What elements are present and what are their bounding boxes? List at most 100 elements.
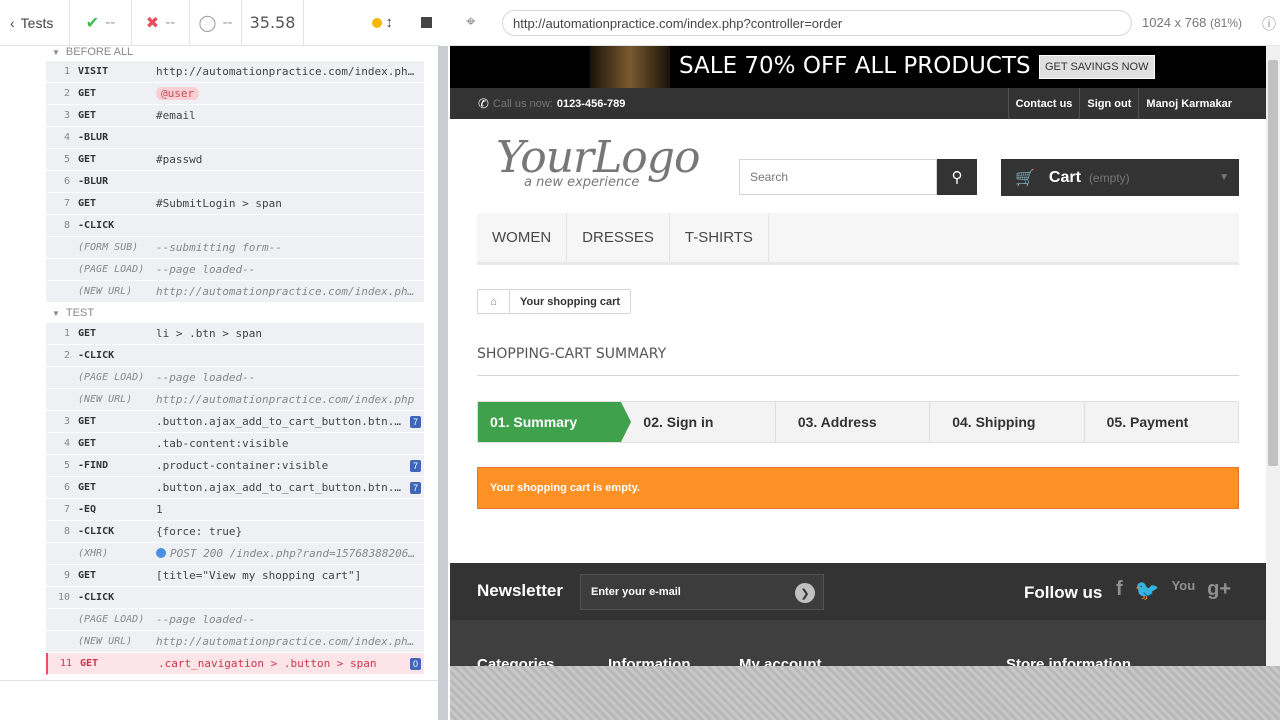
tests-back-link[interactable]: ‹ Tests [0, 0, 70, 45]
command-row[interactable]: (NEW URL) http://automationpractice.com/i… [46, 631, 424, 653]
status-dot-icon [371, 17, 382, 28]
twitter-icon[interactable]: 🐦 [1135, 578, 1160, 603]
viewport-info: 1024 x 768 (81%) [1142, 15, 1242, 30]
get-savings-button[interactable]: GET SAVINGS NOW [1039, 55, 1155, 79]
youtube-icon[interactable]: You [1172, 578, 1196, 603]
footer-categories[interactable]: Categories [477, 656, 608, 666]
command-row[interactable]: 4 -BLUR [46, 127, 424, 149]
menu-dresses[interactable]: DRESSES [567, 213, 670, 262]
command-row[interactable]: 6 -BLUR [46, 171, 424, 193]
command-row[interactable]: 6 GET .button.ajax_add_to_cart_button.btn.… [46, 477, 424, 499]
newsletter-email-input[interactable]: Enter your e-mail [580, 574, 824, 610]
command-row[interactable]: (FORM SUB) --submitting form-- [46, 237, 424, 259]
command-row[interactable]: 2 -CLICK [46, 345, 424, 367]
step-shipping[interactable]: 04. Shipping [930, 402, 1085, 442]
command-row[interactable]: 3 GET .button.ajax_add_to_cart_button.btn.… [46, 411, 424, 433]
element-count-badge: 7 [409, 481, 421, 494]
tests-label: Tests [20, 14, 54, 31]
sign-out-link[interactable]: Sign out [1079, 88, 1138, 119]
phone-icon: ✆ [478, 96, 489, 111]
command-row[interactable]: 11 GET .cart_navigation > .button > span 0 [46, 653, 424, 675]
runner-controls: ↕ [304, 0, 440, 45]
step-summary[interactable]: 01. Summary [478, 402, 632, 442]
alias-tag: @user [156, 87, 200, 100]
command-row[interactable]: (XHR) POST 200 /index.php?rand=1576838820… [46, 543, 424, 565]
chevron-left-icon: ‹ [10, 14, 15, 31]
search-button[interactable]: ⚲ [937, 159, 977, 195]
divider [477, 375, 1239, 376]
frame-scroll-thumb[interactable] [1268, 60, 1278, 466]
newsletter-label: Newsletter [477, 581, 563, 600]
passed-count: ✔ -- [70, 0, 132, 45]
empty-cart-alert: Your shopping cart is empty. [477, 467, 1239, 509]
duration: 35.58 [242, 0, 304, 45]
footer-information[interactable]: Information [608, 656, 739, 666]
stop-button[interactable] [421, 17, 432, 28]
home-icon[interactable]: ⌂ [478, 290, 510, 313]
contact-us-link[interactable]: Contact us [1007, 88, 1080, 119]
command-row[interactable]: (NEW URL) http://automationpractice.com/i… [46, 389, 424, 411]
autoscroll-toggle[interactable]: ↕ [371, 14, 394, 31]
logo-tagline: a new experience [524, 175, 640, 190]
command-row[interactable]: (NEW URL) http://automationpractice.com/i… [46, 281, 424, 303]
command-row[interactable]: 5 -FIND .product-container:visible 7 [46, 455, 424, 477]
breadcrumb: ⌂ Your shopping cart [477, 289, 632, 314]
step-payment[interactable]: 05. Payment [1085, 402, 1238, 442]
viewport-background [450, 666, 1280, 720]
top-navbar: ✆ Call us now: 0123-456-789 Contact us S… [450, 88, 1266, 119]
check-icon: ✔ [85, 14, 100, 32]
cart-dropdown[interactable]: 🛒 Cart (empty) ▼ [1001, 159, 1239, 196]
step-address[interactable]: 03. Address [776, 402, 931, 442]
pending-count: ◯ -- [190, 0, 242, 45]
breadcrumb-current: Your shopping cart [520, 295, 621, 308]
google-plus-icon[interactable]: g+ [1207, 578, 1231, 603]
cross-icon: ✖ [145, 14, 160, 32]
banner-text: SALE 70% OFF ALL PRODUCTS [679, 53, 1031, 79]
newsletter-submit-icon[interactable]: ❯ [795, 583, 815, 603]
cart-icon: 🛒 [1015, 169, 1035, 187]
command-row[interactable]: (PAGE LOAD) --page loaded-- [46, 259, 424, 281]
hook-before-all[interactable]: ▼ BEFORE ALL [52, 46, 133, 58]
info-icon[interactable]: ⓘ [1262, 14, 1276, 34]
command-row[interactable]: (PAGE LOAD) --page loaded-- [46, 367, 424, 389]
splitter[interactable] [438, 46, 448, 720]
command-row[interactable]: 1 VISIT http://automationpractice.com/inde… [46, 61, 424, 83]
command-row[interactable]: 7 GET #SubmitLogin > span [46, 193, 424, 215]
command-row[interactable]: 10 -CLICK [46, 587, 424, 609]
footer-columns: Categories Information My account Store … [477, 656, 1131, 666]
command-row[interactable]: 3 GET #email [46, 105, 424, 127]
hook-test[interactable]: ▼ TEST [52, 307, 94, 319]
account-name-link[interactable]: Manoj Karmakar [1138, 88, 1239, 119]
circle-icon: ◯ [198, 14, 217, 32]
runner-header: ‹ Tests ✔ -- ✖ -- ◯ -- 35.58 ↕ [0, 0, 440, 46]
command-log: ▼ BEFORE ALL 1 VISIT http://automationprac… [0, 46, 440, 680]
search-input[interactable]: Search [739, 159, 937, 195]
crosshair-icon[interactable]: ⌖ [466, 12, 476, 32]
failed-count: ✖ -- [132, 0, 190, 45]
command-row[interactable]: 8 -CLICK {force: true} [46, 521, 424, 543]
footer-store-information[interactable]: Store information [1006, 656, 1131, 666]
command-row[interactable]: (PAGE LOAD) --page loaded-- [46, 609, 424, 631]
page-title: SHOPPING-CART SUMMARY [477, 346, 667, 362]
sale-banner[interactable]: SALE 70% OFF ALL PRODUCTS GET SAVINGS NO… [450, 46, 1266, 88]
social-links: f 🐦 You g+ [1116, 578, 1231, 603]
menu-women[interactable]: WOMEN [477, 213, 568, 262]
url-bar[interactable]: http://automationpractice.com/index.php?… [502, 10, 1132, 36]
command-row[interactable]: 5 GET #passwd [46, 149, 424, 171]
command-log-inner: ▼ BEFORE ALL 1 VISIT http://automationprac… [0, 46, 438, 680]
facebook-icon[interactable]: f [1116, 578, 1123, 603]
command-row[interactable]: 2 GET @user [46, 83, 424, 105]
category-menu: WOMEN DRESSES T-SHIRTS [477, 213, 1239, 265]
element-count-badge: 0 [409, 657, 421, 670]
command-row[interactable]: 7 -EQ 1 [46, 499, 424, 521]
phone-info: ✆ Call us now: 0123-456-789 [478, 96, 626, 111]
command-row[interactable]: 9 GET [title="View my shopping cart"] [46, 565, 424, 587]
arrows-vertical-icon: ↕ [385, 14, 394, 31]
footer-my-account[interactable]: My account [739, 656, 1006, 666]
app-frame: SALE 70% OFF ALL PRODUCTS GET SAVINGS NO… [450, 46, 1266, 666]
command-row[interactable]: 4 GET .tab-content:visible [46, 433, 424, 455]
menu-tshirts[interactable]: T-SHIRTS [670, 213, 769, 262]
step-sign-in[interactable]: 02. Sign in [621, 402, 776, 442]
command-row[interactable]: 1 GET li > .btn > span [46, 323, 424, 345]
command-row[interactable]: 8 -CLICK [46, 215, 424, 237]
